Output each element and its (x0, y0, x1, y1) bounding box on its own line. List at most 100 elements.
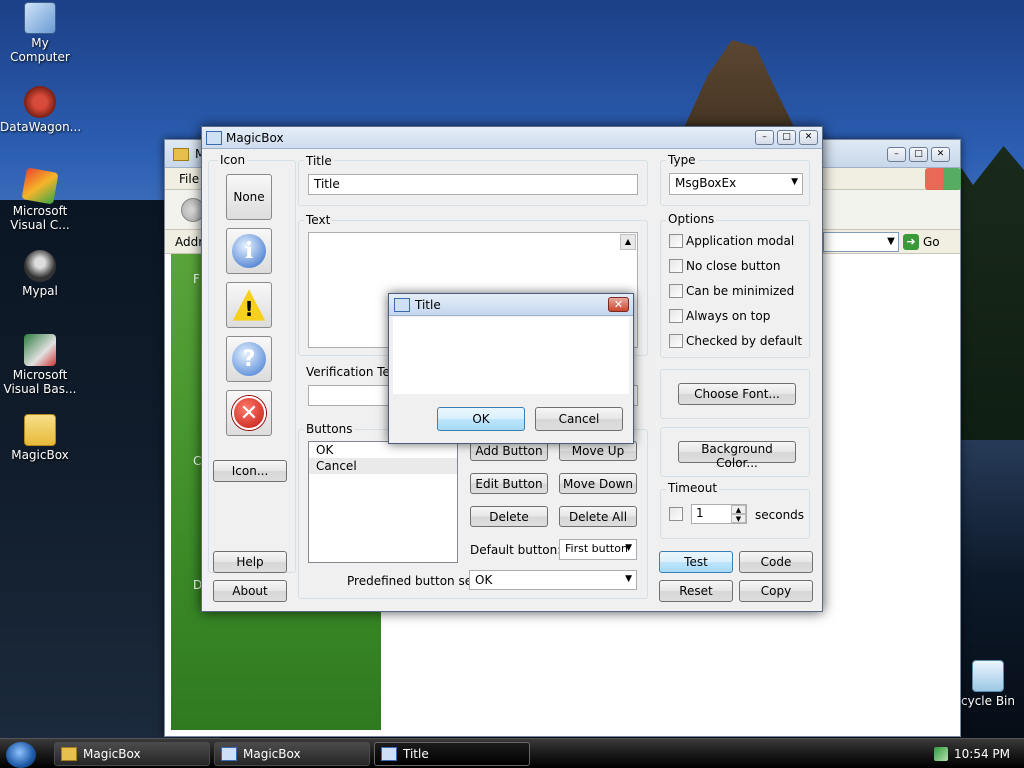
taskbar-item-explorer[interactable]: MagicBox (54, 742, 210, 766)
background-color-button[interactable]: Background Color... (678, 441, 796, 470)
maximize-button[interactable]: □ (909, 147, 928, 162)
info-icon: i (232, 234, 266, 268)
title-input[interactable]: Title (308, 174, 638, 195)
folder-icon (173, 148, 189, 161)
text-group-label: Text (304, 213, 333, 227)
test-dialog[interactable]: Title ✕ OK Cancel (388, 293, 634, 444)
desktop-icon-visual-c[interactable]: Microsoft Visual C... (0, 167, 80, 232)
close-icon[interactable]: ✕ (608, 297, 629, 312)
visual-c-icon (21, 167, 59, 205)
dialog-cancel-button[interactable]: Cancel (535, 407, 623, 431)
go-label: Go (923, 235, 940, 249)
desktop-icon-datawagon[interactable]: DataWagon... (0, 86, 82, 134)
move-up-button[interactable]: Move Up (559, 441, 637, 461)
buttons-listbox[interactable]: OK Cancel (308, 441, 458, 563)
taskbar-item-magicbox[interactable]: MagicBox (214, 742, 370, 766)
about-button[interactable]: About (213, 580, 287, 602)
choose-font-button[interactable]: Choose Font... (678, 383, 796, 405)
magicbox-window-buttons: – □ ✕ (755, 130, 818, 145)
title-group-label: Title (304, 154, 334, 168)
icon-warning-button[interactable]: ! (226, 282, 272, 328)
magicbox-titlebar[interactable]: MagicBox – □ ✕ (202, 127, 822, 149)
list-item[interactable]: OK (309, 442, 457, 458)
taskbar-item-label: MagicBox (83, 747, 141, 761)
folder-icon (61, 747, 77, 761)
default-button-select[interactable]: First button ▼ (559, 539, 637, 560)
always-on-top-label: Always on top (686, 309, 771, 323)
checked-by-default-checkbox[interactable] (669, 334, 683, 348)
reset-button[interactable]: Reset (659, 580, 733, 602)
recycle-bin-icon (972, 660, 1004, 692)
no-close-button-label: No close button (686, 259, 781, 273)
desktop-icon-visual-basic[interactable]: Microsoft Visual Bas... (0, 334, 80, 396)
mypal-icon (24, 250, 56, 282)
go-button[interactable]: ➜ Go (903, 232, 951, 252)
icon-error-button[interactable]: ✕ (226, 390, 272, 436)
timeout-unit: seconds (755, 508, 805, 522)
taskbar-item-label: MagicBox (243, 747, 301, 761)
minimize-button[interactable]: – (755, 130, 774, 145)
dialog-title: Title (415, 298, 441, 312)
menu-file[interactable]: File (179, 172, 199, 186)
chevron-down-icon: ▼ (625, 574, 632, 584)
desktop-icon-label: Microsoft Visual C... (10, 204, 70, 232)
always-on-top-checkbox[interactable] (669, 309, 683, 323)
type-select[interactable]: MsgBoxEx ▼ (669, 173, 803, 195)
desktop-icon-mypal[interactable]: Mypal (0, 250, 80, 298)
icon-none-button[interactable]: None (226, 174, 272, 220)
clock[interactable]: 10:54 PM (954, 747, 1010, 761)
icon-select-button[interactable]: Icon... (213, 460, 287, 482)
close-button[interactable]: ✕ (931, 147, 950, 162)
explorer-window-buttons: – □ ✕ (887, 147, 950, 162)
no-close-button-checkbox[interactable] (669, 259, 683, 273)
timeout-checkbox[interactable] (669, 507, 683, 521)
spin-up-icon[interactable]: ▲ (731, 505, 746, 514)
predefined-button-sets-value: OK (475, 573, 493, 587)
desktop-icon-magicbox[interactable]: MagicBox (0, 414, 80, 462)
edit-button-button[interactable]: Edit Button (470, 473, 548, 494)
scroll-up-icon[interactable]: ▲ (620, 234, 636, 250)
window-icon (394, 298, 410, 312)
dialog-ok-button[interactable]: OK (437, 407, 525, 431)
start-button-icon[interactable] (6, 742, 36, 768)
checked-by-default-label: Checked by default (686, 334, 803, 348)
copy-button[interactable]: Copy (739, 580, 813, 602)
desktop-icon-my-computer[interactable]: My Computer (0, 2, 80, 64)
icon-question-button[interactable]: ? (226, 336, 272, 382)
icon-info-button[interactable]: i (226, 228, 272, 274)
list-item[interactable]: Cancel (309, 458, 457, 474)
predefined-button-sets-label: Predefined button sets: (347, 574, 488, 588)
add-button-button[interactable]: Add Button (470, 441, 548, 461)
move-down-button[interactable]: Move Down (559, 473, 637, 494)
desktop-icon-label: DataWagon... (0, 120, 82, 134)
chevron-down-icon: ▼ (791, 177, 798, 187)
predefined-button-sets-select[interactable]: OK ▼ (469, 570, 637, 590)
network-icon[interactable] (934, 747, 948, 761)
application-modal-checkbox[interactable] (669, 234, 683, 248)
options-group-label: Options (666, 212, 717, 226)
code-button[interactable]: Code (739, 551, 813, 573)
go-arrow-icon: ➜ (903, 234, 919, 250)
test-button[interactable]: Test (659, 551, 733, 573)
close-button[interactable]: ✕ (799, 130, 818, 145)
default-button-value: First button (565, 542, 628, 555)
help-button[interactable]: Help (213, 551, 287, 573)
application-modal-label: Application modal (686, 234, 795, 248)
taskbar-item-label: Title (403, 747, 429, 761)
window-icon (221, 747, 237, 761)
type-group-label: Type (666, 153, 698, 167)
question-icon: ? (232, 342, 266, 376)
maximize-button[interactable]: □ (777, 130, 796, 145)
delete-button[interactable]: Delete (470, 506, 548, 527)
chevron-down-icon[interactable]: ▼ (883, 232, 899, 252)
timeout-label: Timeout (666, 481, 720, 495)
minimize-button[interactable]: – (887, 147, 906, 162)
desktop-icon-label: Mypal (22, 284, 58, 298)
taskbar-item-title[interactable]: Title (374, 742, 530, 766)
delete-all-button[interactable]: Delete All (559, 506, 637, 527)
window-icon (206, 131, 222, 145)
spin-down-icon[interactable]: ▼ (731, 514, 746, 523)
can-be-minimized-checkbox[interactable] (669, 284, 683, 298)
icon-none-label: None (233, 190, 265, 204)
dialog-titlebar[interactable]: Title ✕ (389, 294, 633, 316)
